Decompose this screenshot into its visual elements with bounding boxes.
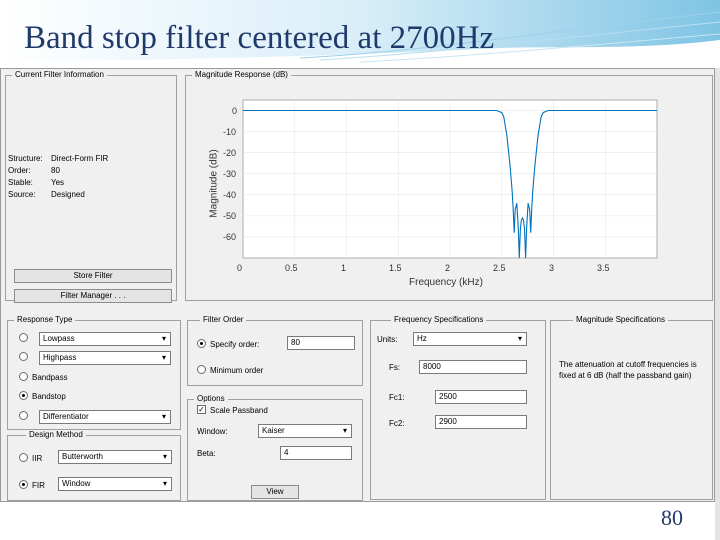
slide-title: Band stop filter centered at 2700Hz <box>24 20 495 56</box>
highpass-radio[interactable] <box>19 352 28 361</box>
stable-value: Yes <box>51 178 65 187</box>
order-label: Order: <box>8 166 31 175</box>
x-axis-label: Frequency (kHz) <box>409 277 483 288</box>
frequency-specs-title: Frequency Specifications <box>391 315 487 324</box>
fc1-input[interactable]: 2500 <box>435 390 527 404</box>
x-tick: 3.5 <box>597 263 610 273</box>
response-type-title: Response Type <box>14 315 76 324</box>
fir-radio[interactable] <box>19 480 28 489</box>
lowpass-combo[interactable]: Lowpass ▾ <box>39 332 171 346</box>
iir-radio[interactable] <box>19 453 28 462</box>
fs-label: Fs: <box>389 363 401 372</box>
scale-passband-label: Scale Passband <box>210 406 268 415</box>
y-tick: -30 <box>223 169 237 179</box>
specify-order-label: Specify order: <box>210 340 260 349</box>
x-tick: 1.5 <box>389 263 402 273</box>
y-tick: -50 <box>223 211 237 221</box>
y-axis-label: Magnitude (dB) <box>208 149 220 218</box>
order-value: 80 <box>51 166 60 175</box>
current-filter-panel: Current Filter Information Structure: Di… <box>5 70 177 303</box>
magnitude-specs-panel: Magnitude Specifications <box>550 315 713 500</box>
store-filter-button[interactable]: Store Filter <box>14 269 172 283</box>
differentiator-combo-value: Differentiator <box>43 412 89 421</box>
iir-label: IIR <box>32 454 43 463</box>
filter-designer-window: Current Filter Information Structure: Di… <box>0 68 715 502</box>
magnitude-response-title: Magnitude Response (dB) <box>192 70 291 79</box>
chevron-down-icon: ▾ <box>161 353 166 362</box>
bandstop-label: Bandstop <box>32 392 66 401</box>
bandpass-radio[interactable] <box>19 372 28 381</box>
fc2-label: Fc2: <box>389 419 405 428</box>
x-tick: 0 <box>237 263 243 273</box>
units-label: Units: <box>377 335 398 344</box>
filter-manager-button[interactable]: Filter Manager . . . <box>14 289 172 303</box>
scale-passband-checkbox[interactable]: ✓ <box>197 405 206 414</box>
differentiator-combo[interactable]: Differentiator ▾ <box>39 410 171 424</box>
frequency-specs-panel: Frequency Specifications <box>370 315 546 500</box>
highpass-combo[interactable]: Highpass ▾ <box>39 351 171 365</box>
structure-value: Direct-Form FIR <box>51 154 109 163</box>
iir-method-combo[interactable]: Butterworth ▾ <box>58 450 172 464</box>
current-filter-title: Current Filter Information <box>12 70 107 79</box>
fc1-label: Fc1: <box>389 393 405 402</box>
beta-label: Beta: <box>197 449 216 458</box>
chevron-down-icon: ▾ <box>162 479 167 488</box>
iir-method-value: Butterworth <box>62 452 103 461</box>
specify-order-radio[interactable] <box>197 339 206 348</box>
chevron-down-icon: ▾ <box>161 334 166 343</box>
bandpass-label: Bandpass <box>32 373 68 382</box>
window-combo[interactable]: Kaiser ▾ <box>258 424 352 438</box>
structure-label: Structure: <box>8 154 43 163</box>
lowpass-combo-value: Lowpass <box>43 334 75 343</box>
options-title: Options <box>194 394 228 403</box>
y-tick: -20 <box>223 148 237 158</box>
fir-method-combo[interactable]: Window ▾ <box>58 477 172 491</box>
fir-label: FIR <box>32 481 45 490</box>
y-tick: -10 <box>223 127 237 137</box>
x-tick: 3 <box>549 263 555 273</box>
stable-label: Stable: <box>8 178 33 187</box>
chevron-down-icon: ▾ <box>342 426 347 435</box>
design-method-title: Design Method <box>26 430 86 439</box>
window-label: Window: <box>197 427 228 436</box>
x-tick: 2.5 <box>493 263 506 273</box>
differentiator-radio[interactable] <box>19 411 28 420</box>
source-value: Designed <box>51 190 85 199</box>
chevron-down-icon: ▾ <box>161 412 166 421</box>
fc2-input[interactable]: 2900 <box>435 415 527 429</box>
units-combo[interactable]: Hz ▾ <box>413 332 527 346</box>
filter-order-panel: Filter Order <box>187 315 363 386</box>
y-tick: -40 <box>223 190 237 200</box>
fs-input[interactable]: 8000 <box>419 360 527 374</box>
window-value: Kaiser <box>262 426 285 435</box>
view-button[interactable]: View <box>251 485 299 499</box>
magnitude-specs-note: The attenuation at cutoff frequencies is… <box>559 360 697 380</box>
order-input[interactable]: 80 <box>287 336 355 350</box>
beta-input[interactable]: 4 <box>280 446 352 460</box>
bandstop-radio[interactable] <box>19 391 28 400</box>
units-value: Hz <box>417 334 427 343</box>
source-label: Source: <box>8 190 36 199</box>
chevron-down-icon: ▾ <box>162 452 167 461</box>
design-method-panel: Design Method <box>7 430 181 501</box>
minimum-order-label: Minimum order <box>210 366 264 375</box>
x-tick: 0.5 <box>285 263 298 273</box>
lowpass-radio[interactable] <box>19 333 28 342</box>
slide-page-number: 80 <box>661 505 683 530</box>
filter-order-title: Filter Order <box>200 315 247 324</box>
minimum-order-radio[interactable] <box>197 365 206 374</box>
y-tick: -60 <box>223 232 237 242</box>
magnitude-specs-title: Magnitude Specifications <box>573 315 668 324</box>
x-tick: 1 <box>341 263 347 273</box>
fir-method-value: Window <box>62 479 91 488</box>
x-tick: 2 <box>445 263 451 273</box>
y-tick: 0 <box>232 106 238 116</box>
chevron-down-icon: ▾ <box>517 334 522 343</box>
highpass-combo-value: Highpass <box>43 353 77 362</box>
